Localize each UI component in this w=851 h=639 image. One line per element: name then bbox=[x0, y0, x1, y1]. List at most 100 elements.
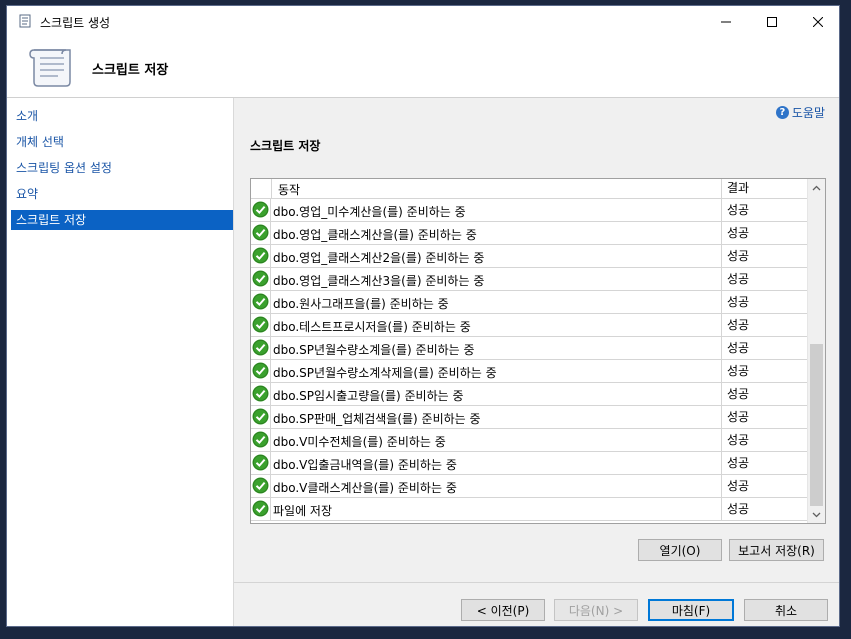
status-cell bbox=[251, 314, 271, 336]
action-cell: dbo.V입출금내역을(를) 준비하는 중 bbox=[273, 458, 457, 472]
help-link[interactable]: ? 도움말 bbox=[775, 104, 825, 121]
wizard-header: 스크립트 저장 bbox=[7, 38, 839, 98]
scroll-down-arrow[interactable] bbox=[808, 506, 825, 523]
action-cell: dbo.SP임시출고량을(를) 준비하는 중 bbox=[273, 389, 464, 403]
scroll-thumb[interactable] bbox=[810, 344, 823, 506]
check-circle-icon bbox=[252, 339, 269, 356]
check-circle-icon bbox=[252, 500, 269, 517]
sidebar-item-select-objects[interactable]: 개체 선택 bbox=[11, 132, 233, 152]
table-row[interactable]: dbo.SP년월수량소계삭제을(를) 준비하는 중 성공 bbox=[251, 360, 807, 383]
check-circle-icon bbox=[252, 247, 269, 264]
finish-button[interactable]: 마침(F) bbox=[648, 599, 734, 621]
check-circle-icon bbox=[252, 224, 269, 241]
main-content: ? 도움말 스크립트 저장 동작 결과 dbo.영업_미수계산을(를) 준비하는… bbox=[234, 98, 839, 626]
action-cell: 파일에 저장 bbox=[273, 504, 333, 518]
status-cell bbox=[251, 360, 271, 382]
table-row[interactable]: dbo.SP임시출고량을(를) 준비하는 중 성공 bbox=[251, 383, 807, 406]
check-circle-icon bbox=[252, 293, 269, 310]
vertical-scrollbar[interactable] bbox=[807, 179, 825, 523]
save-report-button[interactable]: 보고서 저장(R) bbox=[729, 539, 824, 561]
check-circle-icon bbox=[252, 454, 269, 471]
header-icon-column bbox=[251, 179, 272, 198]
action-cell: dbo.영업_클래스계산을(를) 준비하는 중 bbox=[273, 228, 477, 242]
table-row[interactable]: dbo.영업_클래스계산2을(를) 준비하는 중 성공 bbox=[251, 245, 807, 268]
open-button[interactable]: 열기(O) bbox=[638, 539, 722, 561]
table-row[interactable]: dbo.영업_클래스계산을(를) 준비하는 중 성공 bbox=[251, 222, 807, 245]
status-cell bbox=[251, 498, 271, 520]
action-cell: dbo.영업_클래스계산2을(를) 준비하는 중 bbox=[273, 251, 485, 265]
table-row[interactable]: dbo.V미수전체을(를) 준비하는 중 성공 bbox=[251, 429, 807, 452]
chevron-down-icon bbox=[812, 512, 821, 517]
minimize-button[interactable] bbox=[703, 6, 749, 38]
check-circle-icon bbox=[252, 270, 269, 287]
action-cell: dbo.테스트프로시저을(를) 준비하는 중 bbox=[273, 320, 471, 334]
status-cell bbox=[251, 429, 271, 451]
table-row[interactable]: dbo.원사그래프을(를) 준비하는 중 성공 bbox=[251, 291, 807, 314]
result-cell: 성공 bbox=[721, 475, 807, 497]
minimize-icon bbox=[721, 21, 731, 23]
action-cell: dbo.V클래스계산을(를) 준비하는 중 bbox=[273, 481, 457, 495]
check-circle-icon bbox=[252, 385, 269, 402]
result-cell: 성공 bbox=[721, 245, 807, 267]
status-cell bbox=[251, 475, 271, 497]
result-cell: 성공 bbox=[721, 268, 807, 290]
cancel-button[interactable]: 취소 bbox=[744, 599, 828, 621]
result-cell: 성공 bbox=[721, 498, 807, 520]
status-cell bbox=[251, 406, 271, 428]
table-row[interactable]: dbo.SP판매_업체검색을(를) 준비하는 중 성공 bbox=[251, 406, 807, 429]
section-title: 스크립트 저장 bbox=[250, 139, 321, 153]
result-cell: 성공 bbox=[721, 337, 807, 359]
script-wizard-window: 스크립트 생성 스크립트 저장 소개 개체 선택 스크립팅 옵션 설정 요약 스… bbox=[6, 5, 840, 627]
prev-button[interactable]: < 이전(P) bbox=[461, 599, 545, 621]
table-body: dbo.영업_미수계산을(를) 준비하는 중 성공 dbo.영업_클래스계산을(를)… bbox=[251, 199, 807, 521]
check-circle-icon bbox=[252, 316, 269, 333]
script-scroll-icon bbox=[29, 49, 71, 87]
check-circle-icon bbox=[252, 431, 269, 448]
table-row[interactable]: dbo.V입출금내역을(를) 준비하는 중 성공 bbox=[251, 452, 807, 475]
result-cell: 성공 bbox=[721, 222, 807, 244]
header-title: 스크립트 저장 bbox=[92, 63, 169, 78]
help-label: 도움말 bbox=[791, 106, 825, 120]
result-cell: 성공 bbox=[721, 314, 807, 336]
table-row[interactable]: dbo.V클래스계산을(를) 준비하는 중 성공 bbox=[251, 475, 807, 498]
status-cell bbox=[251, 245, 271, 267]
check-circle-icon bbox=[252, 408, 269, 425]
footer-divider bbox=[234, 582, 839, 583]
sidebar-item-intro[interactable]: 소개 bbox=[11, 106, 233, 126]
results-table: 동작 결과 dbo.영업_미수계산을(를) 준비하는 중 성공 dbo.영업_클래스… bbox=[250, 178, 826, 524]
status-cell bbox=[251, 199, 271, 221]
table-row[interactable]: dbo.SP년월수량소계을(를) 준비하는 중 성공 bbox=[251, 337, 807, 360]
check-circle-icon bbox=[252, 477, 269, 494]
table-row[interactable]: dbo.영업_미수계산을(를) 준비하는 중 성공 bbox=[251, 199, 807, 222]
close-button[interactable] bbox=[795, 6, 841, 38]
help-icon: ? bbox=[775, 106, 789, 119]
column-header-result[interactable]: 결과 bbox=[721, 179, 807, 198]
result-cell: 성공 bbox=[721, 199, 807, 221]
next-button[interactable]: 다음(N) > bbox=[554, 599, 638, 621]
result-cell: 성공 bbox=[721, 452, 807, 474]
status-cell bbox=[251, 222, 271, 244]
sidebar-item-summary[interactable]: 요약 bbox=[11, 184, 233, 204]
table-row[interactable]: 파일에 저장 성공 bbox=[251, 498, 807, 521]
status-cell bbox=[251, 268, 271, 290]
status-cell bbox=[251, 337, 271, 359]
check-circle-icon bbox=[252, 201, 269, 218]
scroll-up-arrow[interactable] bbox=[808, 179, 825, 196]
action-cell: dbo.영업_미수계산을(를) 준비하는 중 bbox=[273, 205, 466, 219]
window-title: 스크립트 생성 bbox=[40, 16, 111, 30]
result-cell: 성공 bbox=[721, 429, 807, 451]
title-bar: 스크립트 생성 bbox=[7, 6, 839, 38]
result-cell: 성공 bbox=[721, 383, 807, 405]
chevron-up-icon bbox=[812, 185, 821, 190]
maximize-icon bbox=[767, 17, 777, 27]
check-circle-icon bbox=[252, 362, 269, 379]
script-scroll-icon bbox=[19, 14, 31, 28]
table-row[interactable]: dbo.테스트프로시저을(를) 준비하는 중 성공 bbox=[251, 314, 807, 337]
action-cell: dbo.원사그래프을(를) 준비하는 중 bbox=[273, 297, 449, 311]
column-header-action[interactable]: 동작 bbox=[278, 181, 300, 198]
sidebar-item-save-script[interactable]: 스크립트 저장 bbox=[11, 210, 233, 230]
sidebar-item-scripting-options[interactable]: 스크립팅 옵션 설정 bbox=[11, 158, 233, 178]
table-row[interactable]: dbo.영업_클래스계산3을(를) 준비하는 중 성공 bbox=[251, 268, 807, 291]
maximize-button[interactable] bbox=[749, 6, 795, 38]
status-cell bbox=[251, 452, 271, 474]
